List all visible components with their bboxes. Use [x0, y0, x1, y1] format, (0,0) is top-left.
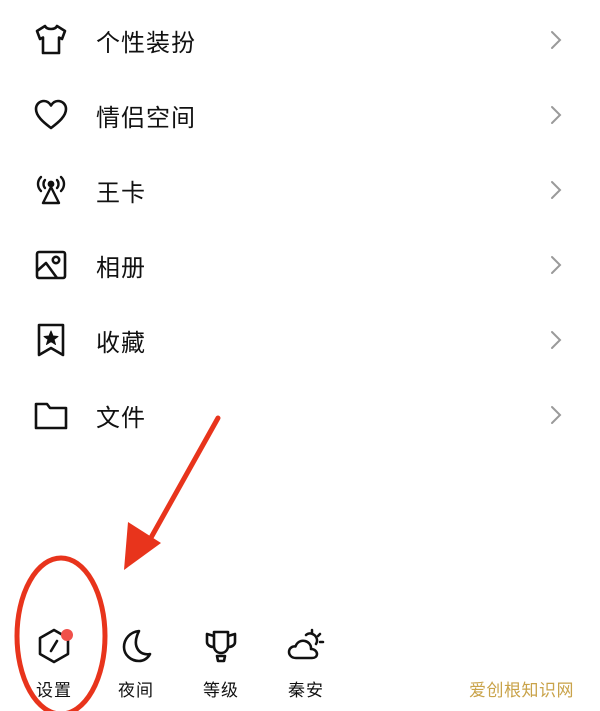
menu-item-files[interactable]: 文件 [0, 380, 600, 450]
folder-icon [32, 396, 70, 434]
night-mode-label: 夜间 [118, 681, 154, 701]
watermark: 爱创根知识网 [469, 681, 574, 701]
antenna-icon [32, 171, 70, 209]
weather-button[interactable]: 秦安 [274, 620, 338, 702]
night-mode-button[interactable]: 夜间 [104, 620, 168, 702]
menu-item-album[interactable]: 相册 [0, 230, 600, 300]
level-label: 等级 [203, 681, 239, 701]
menu-item-personal-dressup[interactable]: 个性装扮 [0, 5, 600, 75]
chevron-right-icon [548, 329, 564, 351]
arrow-head-icon [124, 522, 161, 570]
heart-icon [32, 96, 70, 134]
chevron-right-icon [548, 179, 564, 201]
notification-dot [61, 629, 73, 641]
photo-album-icon [32, 246, 70, 284]
chevron-right-icon [548, 254, 564, 276]
settings-label: 设置 [36, 681, 72, 701]
menu-item-label: 情侣空间 [96, 103, 196, 132]
level-button[interactable]: 等级 [189, 620, 253, 702]
menu-item-label: 王卡 [96, 178, 146, 207]
bookmark-star-icon [32, 321, 70, 359]
menu-item-label: 文件 [96, 403, 146, 432]
chevron-right-icon [548, 404, 564, 426]
chevron-right-icon [548, 104, 564, 126]
menu-item-king-card[interactable]: 王卡 [0, 155, 600, 225]
chevron-right-icon [548, 29, 564, 51]
menu-item-couple-space[interactable]: 情侣空间 [0, 80, 600, 150]
menu-item-label: 收藏 [96, 328, 146, 357]
settings-button[interactable]: 设置 [22, 620, 86, 702]
weather-cloud-sun-icon [286, 626, 326, 666]
menu-item-label: 个性装扮 [96, 28, 196, 57]
tshirt-icon [32, 21, 70, 59]
weather-label: 秦安 [288, 681, 324, 701]
level-crown-icon [201, 626, 241, 666]
menu-item-label: 相册 [96, 253, 146, 282]
menu-item-favorites[interactable]: 收藏 [0, 305, 600, 375]
moon-icon [116, 626, 156, 666]
